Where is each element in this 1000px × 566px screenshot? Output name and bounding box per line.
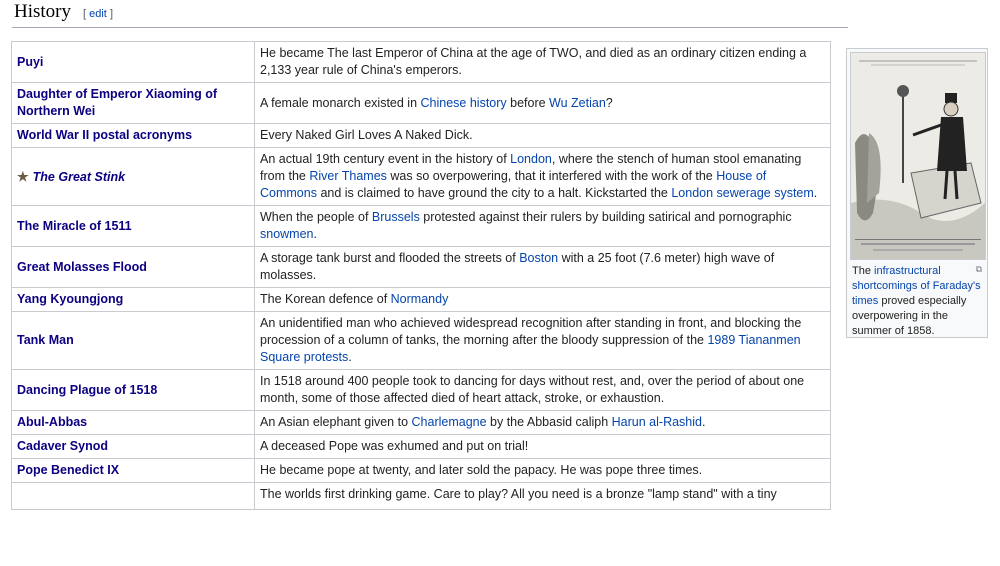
article-name-cell: Tank Man: [11, 311, 255, 370]
text-run: In 1518 around 400 people took to dancin…: [260, 374, 805, 405]
cartoon-illustration: [851, 53, 985, 259]
table-row: Great Molasses Flood A storage tank burst…: [11, 246, 831, 288]
article-name-cell: Abul-Abbas: [11, 410, 255, 435]
article-name-cell: [11, 482, 255, 510]
inline-link[interactable]: Brussels: [372, 210, 420, 224]
text-run: .: [813, 186, 818, 200]
table-row: Yang Kyoungjong The Korean defence of Nor…: [11, 287, 831, 312]
article-link[interactable]: Puyi: [17, 55, 43, 69]
text-run: .: [313, 227, 317, 241]
article-name-cell: Dancing Plague of 1518: [11, 369, 255, 411]
text-run: by the Abbasid caliph: [486, 415, 612, 429]
description-cell: A deceased Pope was exhumed and put on t…: [254, 434, 831, 459]
article-link[interactable]: Pope Benedict IX: [17, 463, 119, 477]
text-run: Every Naked Girl Loves A Naked Dick.: [260, 128, 473, 142]
article-name-cell: Puyi: [11, 41, 255, 83]
inline-link[interactable]: Boston: [519, 251, 558, 265]
article-name-cell: Great Molasses Flood: [11, 246, 255, 288]
inline-link[interactable]: snowmen: [260, 227, 314, 241]
article-name-cell: ★ The Great Stink: [11, 147, 255, 206]
description-cell: An Asian elephant given to Charlemagne b…: [254, 410, 831, 435]
text-run: was so overpowering, that it interfered …: [386, 169, 717, 183]
text-run: A deceased Pope was exhumed and put on t…: [260, 439, 529, 453]
text-run: The worlds first drinking game. Care to …: [260, 487, 777, 501]
article-name-cell: World War II postal acronyms: [11, 123, 255, 148]
article-link[interactable]: Cadaver Synod: [17, 439, 108, 453]
text-run: .: [701, 415, 706, 429]
article-link[interactable]: Daughter of Emperor Xiaoming of Northern…: [17, 87, 217, 118]
description-cell: In 1518 around 400 people took to dancin…: [254, 369, 831, 411]
featured-star-icon: ★: [17, 168, 29, 184]
text-run: .: [348, 350, 352, 364]
article-name-cell: The Miracle of 1511: [11, 205, 255, 247]
history-table: Puyi He became The last Emperor of China …: [11, 41, 831, 510]
description-cell: When the people of Brussels protested ag…: [254, 205, 831, 247]
inline-link[interactable]: Harun al-Rashid: [612, 415, 702, 429]
figure-thumbnail: ⧉ The infrastructural shortcomings of Fa…: [846, 48, 988, 338]
edit-section: [ edit ]: [83, 8, 113, 20]
edit-link[interactable]: edit: [89, 8, 107, 20]
table-row: Abul-Abbas An Asian elephant given to Cha…: [11, 410, 831, 435]
faraday-cartoon-image[interactable]: [850, 52, 986, 260]
text-run: and is claimed to have ground the city t…: [316, 186, 672, 200]
table-row: World War II postal acronyms Every Naked …: [11, 123, 831, 148]
description-cell: Every Naked Girl Loves A Naked Dick.: [254, 123, 831, 148]
table-row: ★ The Great Stink An actual 19th century e…: [11, 147, 831, 206]
table-row: Dancing Plague of 1518 In 1518 around 400…: [11, 369, 831, 411]
article-link[interactable]: The Great Stink: [33, 170, 125, 184]
article-name-cell: Pope Benedict IX: [11, 458, 255, 483]
inline-link[interactable]: Chinese history: [421, 96, 507, 110]
text-run: before: [506, 95, 550, 110]
text-run: The Korean defence of: [260, 292, 391, 306]
article-link[interactable]: Dancing Plague of 1518: [17, 383, 157, 397]
description-cell: The worlds first drinking game. Care to …: [254, 482, 831, 510]
inline-link[interactable]: Wu Zetian: [549, 96, 606, 110]
description-cell: The Korean defence of Normandy: [254, 287, 831, 312]
article-link[interactable]: World War II postal acronyms: [17, 128, 192, 142]
table-row: The Miracle of 1511 When the people of Br…: [11, 205, 831, 247]
table-row: Cadaver Synod A deceased Pope was exhumed…: [11, 434, 831, 459]
description-cell: An actual 19th century event in the hist…: [254, 147, 831, 206]
description-cell: A female monarch existed in Chinese hist…: [254, 82, 831, 124]
text-run: An Asian elephant given to: [260, 415, 412, 429]
text-run: He became pope at twenty, and later sold…: [260, 463, 703, 477]
description-cell: An unidentified man who achieved widespr…: [254, 311, 831, 370]
article-link[interactable]: Tank Man: [17, 333, 74, 347]
article-name-cell: Cadaver Synod: [11, 434, 255, 459]
inline-link[interactable]: London: [510, 152, 552, 166]
text-run: The: [852, 265, 875, 277]
description-cell: He became pope at twenty, and later sold…: [254, 458, 831, 483]
inline-link[interactable]: Charlemagne: [412, 415, 487, 429]
text-run: ?: [605, 95, 613, 110]
table-row: Tank Man An unidentified man who achieved…: [11, 311, 831, 370]
text-run: A storage tank burst and flooded the str…: [260, 251, 520, 265]
article-link[interactable]: Great Molasses Flood: [17, 260, 147, 274]
text-run: When the people of: [260, 210, 372, 224]
text-run: A female monarch existed in: [260, 95, 421, 110]
magnify-icon[interactable]: ⧉: [976, 262, 982, 277]
section-heading: History [ edit ]: [14, 1, 113, 23]
table-row: Daughter of Emperor Xiaoming of Northern…: [11, 82, 831, 124]
article-name-cell: Yang Kyoungjong: [11, 287, 255, 312]
description-cell: A storage tank burst and flooded the str…: [254, 246, 831, 288]
article-link[interactable]: The Miracle of 1511: [17, 219, 132, 233]
table-row: Puyi He became The last Emperor of China …: [11, 41, 831, 83]
heading-rule: [12, 27, 848, 28]
article-link[interactable]: Yang Kyoungjong: [17, 292, 123, 306]
description-cell: He became The last Emperor of China at t…: [254, 41, 831, 83]
text-run: An actual 19th century event in the hist…: [260, 152, 511, 166]
inline-link[interactable]: Normandy: [391, 292, 449, 306]
figure-caption: ⧉ The infrastructural shortcomings of Fa…: [850, 260, 984, 339]
section-title: History: [14, 1, 71, 22]
text-run: protested against their rulers by buildi…: [419, 210, 792, 224]
table-row: The worlds first drinking game. Care to …: [11, 482, 831, 510]
article-name-cell: Daughter of Emperor Xiaoming of Northern…: [11, 82, 255, 124]
inline-link[interactable]: River Thames: [309, 169, 387, 183]
inline-link[interactable]: London sewerage system: [671, 186, 813, 200]
article-link[interactable]: Abul-Abbas: [17, 415, 87, 429]
table-row: Pope Benedict IX He became pope at twenty…: [11, 458, 831, 483]
text-run: He became The last Emperor of China at t…: [260, 46, 807, 77]
